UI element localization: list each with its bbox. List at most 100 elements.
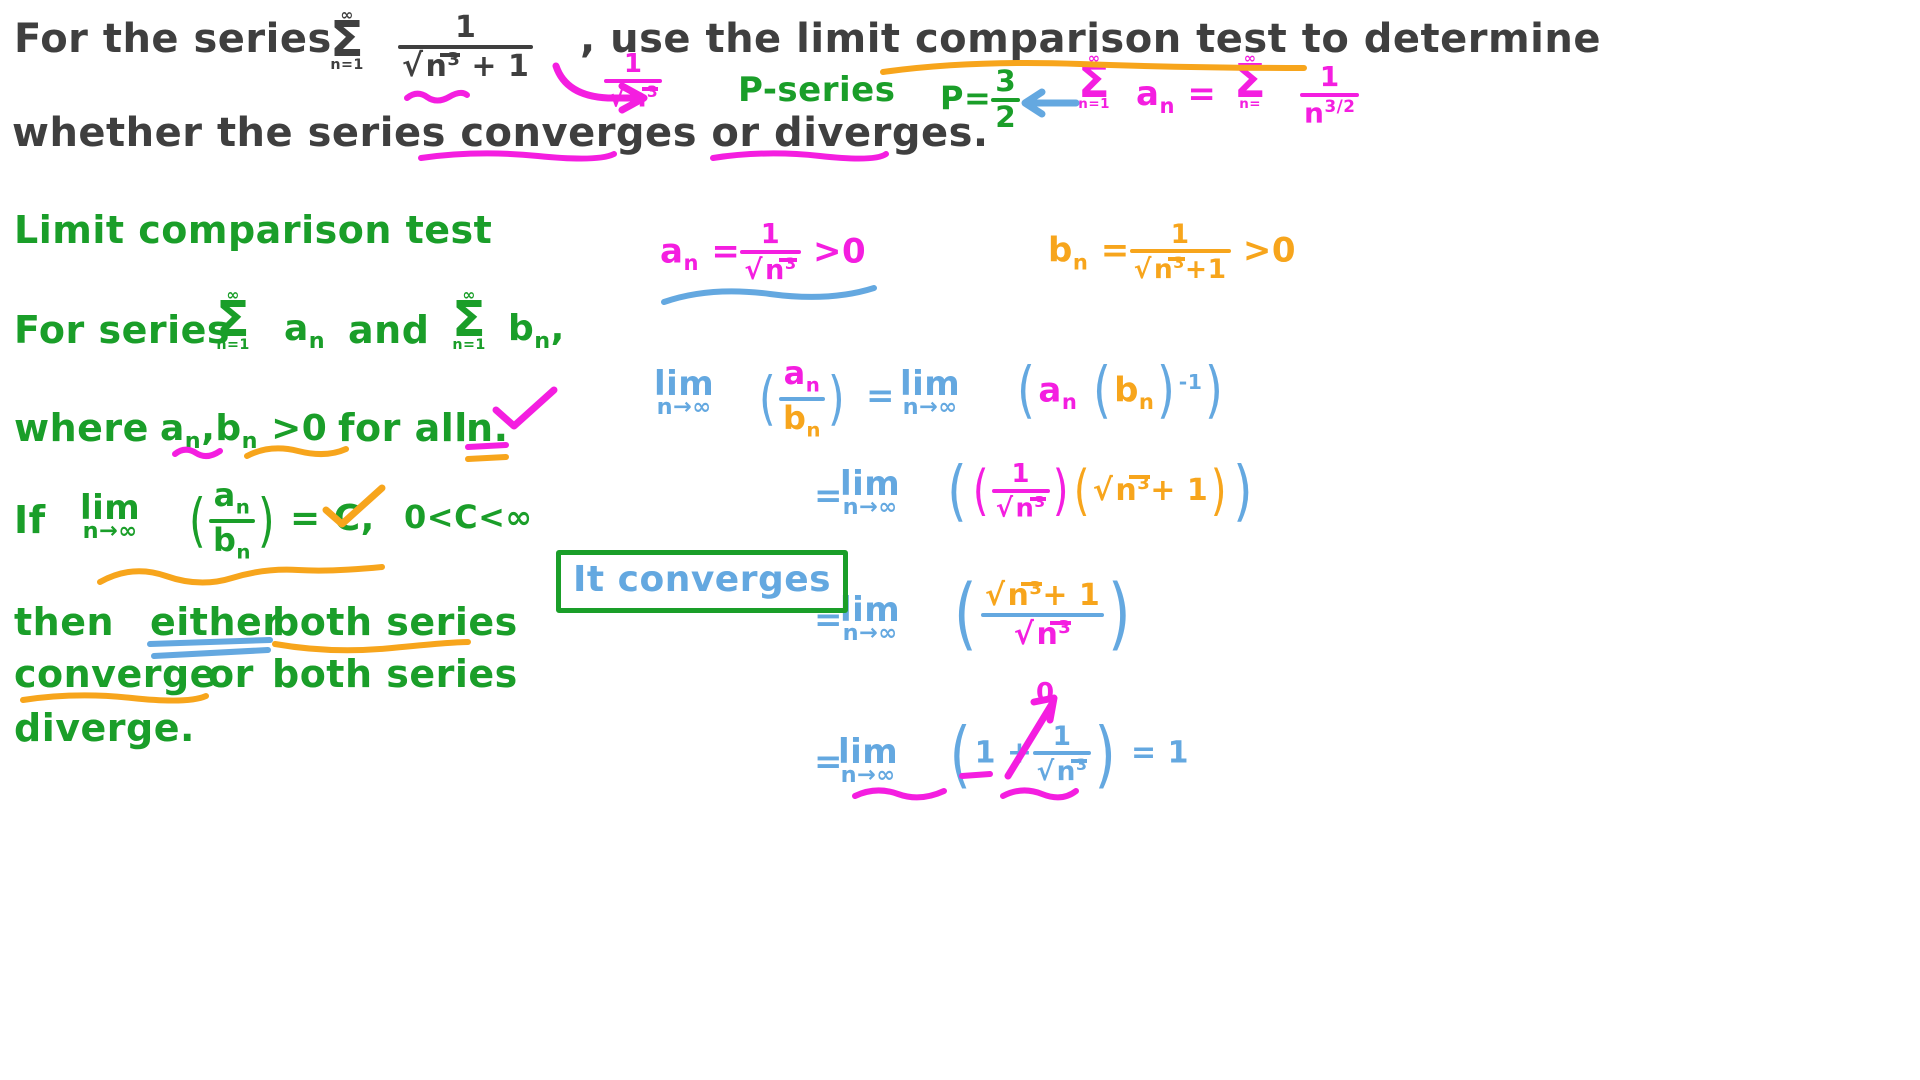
lim-subscript: n→∞ xyxy=(842,620,898,647)
inner-left-paren: ( xyxy=(972,459,990,523)
step1-den-sub: n xyxy=(806,418,822,442)
equals-sign: = xyxy=(1187,74,1217,114)
p-denominator: 2 xyxy=(995,99,1017,134)
theorem-bn-term: bn, xyxy=(508,308,565,354)
step4-exponent: 3 xyxy=(1075,755,1088,775)
work-step1-lim: lim n→∞ xyxy=(654,367,714,421)
rhs-den-exponent: 3/2 xyxy=(1324,95,1356,116)
an-subscript: n xyxy=(683,250,699,276)
second-right-paren: ) xyxy=(1210,459,1228,523)
sigma-icon: Σ xyxy=(330,10,365,69)
theorem-sum-an: ∞ Σ n=1 xyxy=(216,287,251,352)
work-step1-rhs-expr: (an (bn) -1) xyxy=(1014,355,1227,427)
an-positive: >0 xyxy=(813,231,867,272)
sqrt-icon: √ xyxy=(1036,755,1055,787)
sigma-icon: Σ xyxy=(216,290,251,349)
an-exponent: 3 xyxy=(784,253,797,273)
step4-plus: + xyxy=(1006,735,1033,771)
sigma-icon: Σ xyxy=(1234,54,1267,109)
an-base: a xyxy=(660,231,684,272)
an-subscript: n xyxy=(1159,92,1175,118)
rhs-den-base: n xyxy=(1304,95,1325,129)
p-value-label: P= xyxy=(940,78,992,117)
theorem-conclusion-or: or xyxy=(208,652,254,696)
theorem-conclusion-line1c: both series xyxy=(272,600,518,644)
bn-subscript: n xyxy=(534,328,551,355)
outer-right-paren: ) xyxy=(1233,452,1253,530)
bn-tail: +1 xyxy=(1184,254,1227,286)
inner-right-paren: ) xyxy=(1052,459,1069,523)
rhs-numerator: 1 xyxy=(1319,60,1340,93)
magenta-squiggle-under-index xyxy=(404,89,470,104)
work-step2-lim: lim n→∞ xyxy=(840,467,900,519)
problem-line2: whether the series converges or diverges… xyxy=(12,110,989,156)
work-step3-lim: lim n→∞ xyxy=(840,593,900,647)
step4-frac-numerator: 1 xyxy=(1052,721,1072,752)
term-numerator: 1 xyxy=(454,10,477,45)
step3-num-tail: + 1 xyxy=(1042,578,1101,613)
comparison-term: 1 √ n3 xyxy=(604,51,663,111)
theorem-title: Limit comparison test xyxy=(14,208,493,252)
theorem-where-forall: for all xyxy=(338,406,468,450)
an-subscript: n xyxy=(184,428,202,455)
sqrt-icon: √ xyxy=(402,47,424,84)
theorem-if-text: If xyxy=(14,498,46,542)
lim-subscript: n→∞ xyxy=(840,762,896,789)
an-base: a xyxy=(284,308,309,349)
step2-exponent: 3 xyxy=(1034,492,1046,511)
sum-an-lower: n=1 xyxy=(1078,97,1110,113)
work-step3-fraction: ( √ n3+ 1 √ n3 ) xyxy=(950,575,1135,652)
theorem-if-equals-c: = C, xyxy=(290,498,375,539)
theorem-where-n: n. xyxy=(466,406,509,450)
trailing-comma: , xyxy=(550,308,565,349)
right-paren: ) xyxy=(827,365,846,433)
right-paren: ) xyxy=(1205,355,1224,427)
p-numerator: 3 xyxy=(995,64,1017,98)
variable-n: n xyxy=(466,406,494,450)
sum2-lower: n=1 xyxy=(452,336,486,353)
bn-numerator: 1 xyxy=(1170,219,1190,250)
bn-base: b xyxy=(1048,230,1073,271)
step1-rhs-power: -1 xyxy=(1178,370,1203,394)
second-left-paren: ( xyxy=(1073,459,1091,523)
lim-subscript: n→∞ xyxy=(82,518,138,545)
lim-subscript: n→∞ xyxy=(656,394,712,421)
work-bn-definition: bn = 1 √ n3+1 >0 xyxy=(1048,219,1297,286)
outer-left-paren: ( xyxy=(947,452,967,530)
work-step4-lim: lim n→∞ xyxy=(838,735,898,789)
period: . xyxy=(493,406,509,450)
sqrt-icon: √ xyxy=(744,254,763,286)
comparison-exponent: 3 xyxy=(646,82,659,101)
sigma-icon: Σ xyxy=(452,290,487,349)
bn-subscript: n xyxy=(241,428,259,455)
theorem-an-term: an xyxy=(284,308,325,354)
theorem-conclusion-converge: converge xyxy=(14,652,216,696)
blue-squiggle-under-an-definition xyxy=(661,285,877,305)
bn-positive: >0 xyxy=(1242,230,1297,271)
theorem-c-range: 0<C<∞ xyxy=(404,498,533,536)
bn-exponent: 3 xyxy=(1173,253,1185,273)
answer-text: It converges xyxy=(573,559,832,600)
left-paren: ( xyxy=(188,487,207,555)
work-step4-expr: (1 + 1 √ n3 ) = 1 xyxy=(946,717,1189,790)
theorem-conclusion-line1a: then xyxy=(14,600,115,644)
theorem-if-ratio: ( an bn ) xyxy=(186,479,278,562)
sigma-icon: Σ xyxy=(1078,54,1111,109)
theorem-if-lim: lim n→∞ xyxy=(80,491,140,545)
step1-rhs-b: b xyxy=(1114,370,1139,411)
step4-result: = 1 xyxy=(1131,735,1189,771)
step1-rhs-a: a xyxy=(1038,370,1062,411)
step1-num-sub: n xyxy=(805,373,821,397)
sum-rhs-lower: n= xyxy=(1239,97,1262,113)
denominator-tail: + 1 xyxy=(471,48,530,84)
theorem-and-text: and xyxy=(348,308,430,352)
inner-right-paren: ) xyxy=(1157,355,1176,427)
sqrt-icon: √ xyxy=(1133,254,1152,286)
step1-den-base: b xyxy=(782,399,807,438)
annotation-sum-an: ∞ Σ n=1 xyxy=(1078,51,1111,113)
equals-c: = C xyxy=(290,498,361,539)
theorem-sum-bn: ∞ Σ n=1 xyxy=(452,287,487,353)
theorem-conclusion-diverge: diverge. xyxy=(14,706,195,750)
work-an-definition: an = 1 √ n3 >0 xyxy=(660,221,867,286)
problem-series-summation: ∞ Σ n=1 xyxy=(330,7,365,72)
